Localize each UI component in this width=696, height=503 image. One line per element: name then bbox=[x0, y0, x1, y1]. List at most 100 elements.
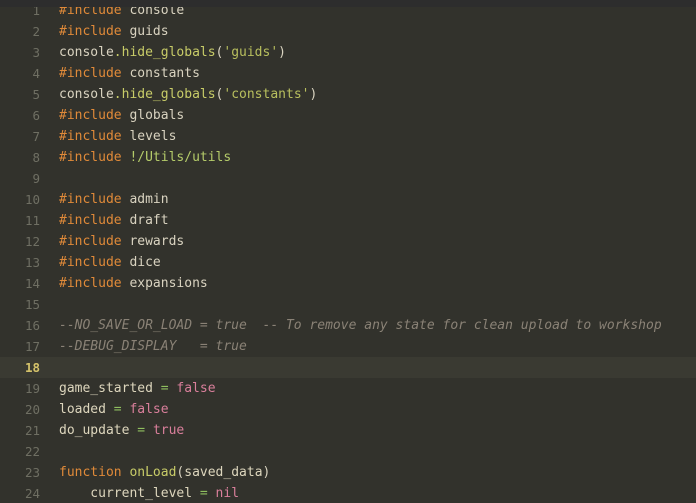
line-number[interactable]: 15 bbox=[0, 294, 40, 315]
code-line-text[interactable]: #include globals bbox=[59, 105, 184, 126]
code-line[interactable]: 7 #include levels bbox=[0, 126, 696, 147]
line-number[interactable]: 24 bbox=[0, 483, 40, 503]
code-line-text[interactable]: do_update = true bbox=[59, 420, 184, 441]
line-number[interactable]: 5 bbox=[0, 84, 40, 105]
line-number[interactable]: 7 bbox=[0, 126, 40, 147]
token-plain: globals bbox=[121, 108, 185, 123]
code-line-text[interactable]: #include levels bbox=[59, 126, 176, 147]
code-line[interactable]: 19 game_started = false bbox=[0, 378, 696, 399]
token-identifier: saved_data bbox=[184, 465, 263, 480]
code-line-text[interactable]: #include expansions bbox=[59, 273, 208, 294]
token-constant: false bbox=[129, 402, 169, 417]
token-operator: = bbox=[199, 486, 208, 501]
token-string: 'constants' bbox=[223, 87, 310, 102]
line-number[interactable]: 17 bbox=[0, 336, 40, 357]
code-line-text[interactable]: #include dice bbox=[59, 252, 161, 273]
code-line-text[interactable]: #include constants bbox=[59, 63, 200, 84]
line-number[interactable]: 20 bbox=[0, 399, 40, 420]
line-number[interactable]: 19 bbox=[0, 378, 40, 399]
line-number[interactable]: 2 bbox=[0, 21, 40, 42]
line-number[interactable]: 22 bbox=[0, 441, 40, 462]
code-line[interactable]: 5 console.hide_globals('constants') bbox=[0, 84, 696, 105]
line-number[interactable]: 13 bbox=[0, 252, 40, 273]
token-constant: true bbox=[152, 423, 185, 438]
code-line[interactable]: 13 #include dice bbox=[0, 252, 696, 273]
editor-top-chrome-strip bbox=[0, 0, 696, 7]
code-line-text[interactable]: --DEBUG_DISPLAY = true bbox=[59, 336, 247, 357]
token-keyword: #include bbox=[59, 66, 122, 81]
code-line-text[interactable]: #include rewards bbox=[59, 231, 184, 252]
code-editor[interactable]: 1 #include console 2 #include guids 3 console… bbox=[0, 0, 696, 503]
token-keyword: #include bbox=[59, 192, 122, 207]
token-keyword: #include bbox=[59, 24, 122, 39]
line-number[interactable]: 16 bbox=[0, 315, 40, 336]
code-line[interactable]: 20 loaded = false bbox=[0, 399, 696, 420]
token-plain: rewards bbox=[121, 234, 185, 249]
code-line[interactable]: 23 function onLoad(saved_data) bbox=[0, 462, 696, 483]
token-identifier: loaded bbox=[59, 402, 114, 417]
code-line-text[interactable]: #include !/Utils/utils bbox=[59, 147, 231, 168]
line-number[interactable]: 12 bbox=[0, 231, 40, 252]
code-line-text[interactable]: #include draft bbox=[59, 210, 169, 231]
token-keyword: #include bbox=[59, 276, 122, 291]
token-keyword: #include bbox=[59, 255, 122, 270]
code-line[interactable]: 11 #include draft bbox=[0, 210, 696, 231]
line-number[interactable]: 8 bbox=[0, 147, 40, 168]
token-punctuation: ) bbox=[309, 87, 318, 102]
token-plain: guids bbox=[121, 24, 169, 39]
token-operator: = bbox=[137, 423, 146, 438]
token-identifier: current_level bbox=[59, 486, 200, 501]
line-number[interactable]: 18 bbox=[0, 357, 40, 378]
code-line[interactable]: 9 bbox=[0, 168, 696, 189]
token-plain: console bbox=[59, 45, 114, 60]
code-line[interactable]: 16 --NO_SAVE_OR_LOAD = true -- To remove … bbox=[0, 315, 696, 336]
token-identifier: do_update bbox=[59, 423, 138, 438]
code-line-text[interactable]: function onLoad(saved_data) bbox=[59, 462, 270, 483]
line-number[interactable]: 6 bbox=[0, 105, 40, 126]
token-keyword: #include bbox=[59, 108, 122, 123]
line-number[interactable]: 23 bbox=[0, 462, 40, 483]
code-surface[interactable]: 1 #include console 2 #include guids 3 console… bbox=[0, 0, 696, 503]
line-number[interactable]: 14 bbox=[0, 273, 40, 294]
code-line[interactable]: 18 bbox=[0, 357, 696, 378]
line-number[interactable]: 3 bbox=[0, 42, 40, 63]
code-line-text[interactable]: loaded = false bbox=[59, 399, 169, 420]
line-number[interactable]: 10 bbox=[0, 189, 40, 210]
token-punctuation: ) bbox=[278, 45, 286, 60]
code-line[interactable]: 4 #include constants bbox=[0, 63, 696, 84]
code-line-text[interactable]: game_started = false bbox=[59, 378, 216, 399]
line-number[interactable]: 21 bbox=[0, 420, 40, 441]
code-line[interactable]: 8 #include !/Utils/utils bbox=[0, 147, 696, 168]
code-line[interactable]: 15 bbox=[0, 294, 696, 315]
token-string: 'guids' bbox=[223, 45, 279, 60]
code-line[interactable]: 10 #include admin bbox=[0, 189, 696, 210]
code-line[interactable]: 24 current_level = nil bbox=[0, 483, 696, 503]
token-punctuation: ) bbox=[262, 465, 271, 480]
code-line-text[interactable]: console.hide_globals('guids') bbox=[59, 42, 286, 63]
code-line[interactable]: 21 do_update = true bbox=[0, 420, 696, 441]
line-number[interactable]: 9 bbox=[0, 168, 40, 189]
code-line-text[interactable]: console.hide_globals('constants') bbox=[59, 84, 317, 105]
token-plain: expansions bbox=[121, 276, 208, 291]
code-line-text[interactable]: current_level = nil bbox=[59, 483, 239, 503]
token-function: .hide_globals bbox=[113, 45, 216, 60]
token-operator: = bbox=[113, 402, 122, 417]
code-line-text[interactable]: --NO_SAVE_OR_LOAD = true -- To remove an… bbox=[59, 315, 662, 336]
code-line[interactable]: 3 console.hide_globals('guids') bbox=[0, 42, 696, 63]
line-number[interactable]: 11 bbox=[0, 210, 40, 231]
code-line[interactable]: 14 #include expansions bbox=[0, 273, 696, 294]
token-constant: false bbox=[176, 381, 216, 396]
token-keyword: function bbox=[59, 465, 122, 480]
code-line[interactable]: 17 --DEBUG_DISPLAY = true bbox=[0, 336, 696, 357]
code-line-text[interactable]: #include admin bbox=[59, 189, 169, 210]
token-function: .hide_globals bbox=[113, 87, 216, 102]
token-keyword: #include bbox=[59, 129, 122, 144]
code-line-text[interactable]: #include guids bbox=[59, 21, 169, 42]
code-line[interactable]: 6 #include globals bbox=[0, 105, 696, 126]
line-number[interactable]: 4 bbox=[0, 63, 40, 84]
code-line[interactable]: 12 #include rewards bbox=[0, 231, 696, 252]
code-line[interactable]: 2 #include guids bbox=[0, 21, 696, 42]
code-line[interactable]: 22 bbox=[0, 441, 696, 462]
token-constant: nil bbox=[215, 486, 240, 501]
